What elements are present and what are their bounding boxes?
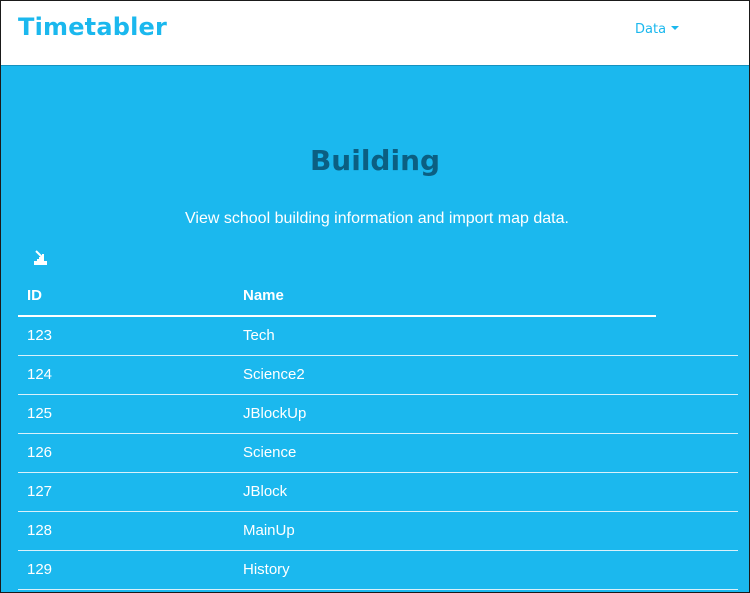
buildings-table: ID Name 123 Tech 124 Science2 125 JBlock… [18,276,738,590]
import-icon [34,250,47,265]
cell-id: 126 [27,444,53,461]
table-row[interactable]: 128 MainUp [18,512,738,551]
cell-name: Tech [243,327,275,344]
caret-down-icon [671,26,680,30]
cell-id: 129 [27,561,53,578]
app-window: Timetabler Data Building View school bui… [0,0,750,593]
import-button[interactable] [32,249,50,267]
table-row[interactable]: 125 JBlockUp [18,395,738,434]
cell-id: 123 [27,327,53,344]
cell-name: History [243,561,290,578]
cell-name: JBlock [243,483,288,500]
main-content: Building View school building informatio… [1,66,749,592]
cell-id: 127 [27,483,53,500]
page-subtitle: View school building information and imp… [185,210,569,227]
cell-id: 124 [27,366,53,383]
cell-name: Science [243,444,297,461]
table-row[interactable]: 126 Science [18,434,738,473]
table-row[interactable]: 123 Tech [18,317,738,356]
cell-id: 125 [27,405,53,422]
column-header-id[interactable]: ID [27,287,42,304]
table-header: ID Name [18,276,656,317]
table-row[interactable]: 124 Science2 [18,356,738,395]
table-row[interactable]: 129 History [18,551,738,590]
cell-name: Science2 [243,366,305,383]
cell-name: JBlockUp [243,405,307,422]
column-header-name[interactable]: Name [243,287,284,304]
data-dropdown-label: Data [635,22,667,37]
brand-link[interactable]: Timetabler [18,13,167,41]
page-title: Building [309,144,441,177]
cell-id: 128 [27,522,53,539]
navbar: Timetabler Data [1,1,749,66]
data-dropdown[interactable]: Data [635,22,680,37]
table-row[interactable]: 127 JBlock [18,473,738,512]
cell-name: MainUp [243,522,295,539]
